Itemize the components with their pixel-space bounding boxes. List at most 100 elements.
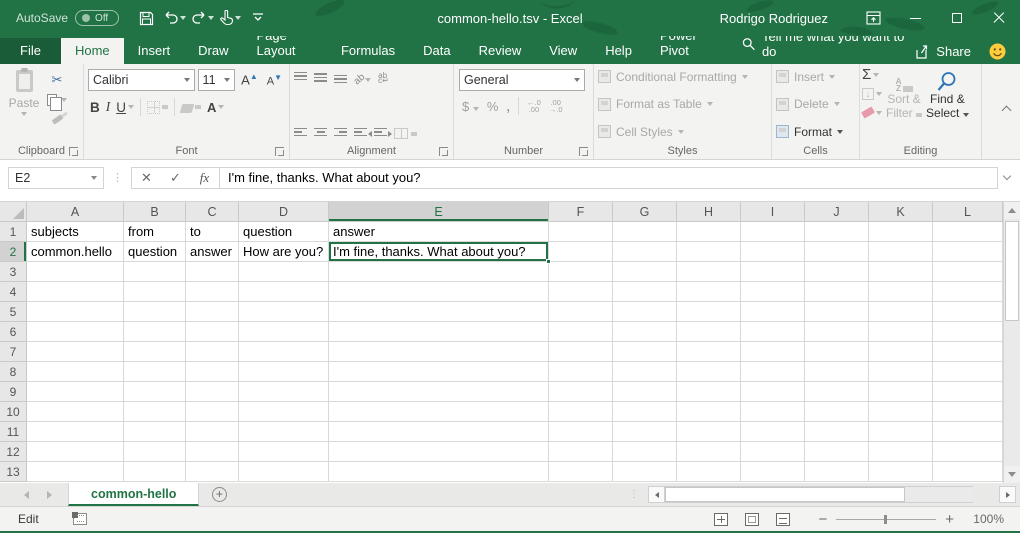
cell-D13[interactable] (239, 462, 329, 482)
zoom-slider-thumb[interactable] (884, 515, 887, 524)
row-header-7[interactable]: 7 (0, 342, 27, 362)
delete-dropdown-icon[interactable] (834, 102, 840, 106)
align-center-button[interactable] (314, 128, 327, 139)
cell-C12[interactable] (186, 442, 239, 462)
ribbon-display-options-button[interactable] (852, 0, 894, 36)
cell-C6[interactable] (186, 322, 239, 342)
cell-K13[interactable] (869, 462, 933, 482)
cell-F1[interactable] (549, 222, 613, 242)
column-header-f[interactable]: F (549, 202, 613, 222)
cell-F12[interactable] (549, 442, 613, 462)
cell-E10[interactable] (329, 402, 549, 422)
macro-record-icon[interactable] (73, 513, 87, 525)
cell-C8[interactable] (186, 362, 239, 382)
cell-styles-dropdown-icon[interactable] (678, 130, 684, 134)
find-select-button[interactable]: Find & Select (926, 66, 969, 138)
tab-file[interactable]: File (0, 38, 61, 64)
scroll-down-icon[interactable] (1004, 466, 1020, 483)
font-name-select[interactable]: Calibri (88, 69, 195, 91)
cell-A3[interactable] (27, 262, 124, 282)
cell-A10[interactable] (27, 402, 124, 422)
cell-H13[interactable] (677, 462, 741, 482)
cell-G4[interactable] (613, 282, 677, 302)
fill-color-dropdown-icon[interactable] (195, 105, 201, 109)
zoom-level[interactable]: 100% (968, 512, 1004, 526)
cell-L2[interactable] (933, 242, 1003, 262)
cell-G11[interactable] (613, 422, 677, 442)
clear-button[interactable] (862, 104, 882, 121)
cell-J3[interactable] (805, 262, 869, 282)
horizontal-scroll-track[interactable] (665, 486, 973, 503)
percent-style-button[interactable]: % (487, 99, 499, 114)
font-color-dropdown-icon[interactable] (218, 105, 224, 109)
cell-D8[interactable] (239, 362, 329, 382)
tab-insert[interactable]: Insert (124, 38, 185, 64)
collapse-ribbon-button[interactable] (982, 64, 1012, 159)
cell-A2[interactable]: common.hello (27, 242, 124, 262)
formula-input[interactable]: I'm fine, thanks. What about you? (219, 167, 998, 189)
zoom-out-button[interactable]: − (818, 511, 827, 528)
column-header-d[interactable]: D (239, 202, 329, 222)
cell-C11[interactable] (186, 422, 239, 442)
cell-L10[interactable] (933, 402, 1003, 422)
decrease-indent-button[interactable] (354, 128, 367, 139)
paste-dropdown-icon[interactable] (21, 112, 27, 116)
accounting-format-button[interactable]: $ (462, 99, 479, 114)
expand-formula-bar-icon[interactable] (998, 176, 1016, 179)
cell-H11[interactable] (677, 422, 741, 442)
cell-A6[interactable] (27, 322, 124, 342)
cell-G7[interactable] (613, 342, 677, 362)
cell-B5[interactable] (124, 302, 186, 322)
cell-I11[interactable] (741, 422, 805, 442)
touch-mode-button[interactable] (217, 5, 243, 31)
copy-button[interactable] (46, 91, 68, 108)
cell-J7[interactable] (805, 342, 869, 362)
cell-E13[interactable] (329, 462, 549, 482)
cut-button[interactable]: ✂ (46, 71, 68, 88)
row-header-2[interactable]: 2 (0, 242, 27, 262)
underline-button[interactable]: U (116, 100, 126, 115)
column-header-i[interactable]: I (741, 202, 805, 222)
cell-K12[interactable] (869, 442, 933, 462)
cancel-button[interactable]: ✕ (132, 168, 161, 188)
cell-H4[interactable] (677, 282, 741, 302)
cell-F4[interactable] (549, 282, 613, 302)
increase-font-size-button[interactable]: A▲ (238, 72, 261, 87)
sheet-tab-common-hello[interactable]: common-hello (68, 483, 199, 506)
format-painter-button[interactable] (46, 111, 68, 128)
cell-H12[interactable] (677, 442, 741, 462)
cell-K10[interactable] (869, 402, 933, 422)
row-header-9[interactable]: 9 (0, 382, 27, 402)
vertical-scrollbar[interactable] (1003, 202, 1020, 483)
cell-I13[interactable] (741, 462, 805, 482)
cell-L9[interactable] (933, 382, 1003, 402)
insert-function-button[interactable]: fx (190, 168, 219, 188)
row-header-13[interactable]: 13 (0, 462, 27, 482)
row-header-10[interactable]: 10 (0, 402, 27, 422)
column-header-k[interactable]: K (869, 202, 933, 222)
underline-dropdown-icon[interactable] (128, 105, 134, 109)
cell-E6[interactable] (329, 322, 549, 342)
tab-formulas[interactable]: Formulas (327, 38, 409, 64)
row-header-3[interactable]: 3 (0, 262, 27, 282)
cell-J12[interactable] (805, 442, 869, 462)
cell-G12[interactable] (613, 442, 677, 462)
zoom-slider[interactable] (836, 519, 936, 520)
cell-J10[interactable] (805, 402, 869, 422)
cell-H10[interactable] (677, 402, 741, 422)
cell-F5[interactable] (549, 302, 613, 322)
cell-B9[interactable] (124, 382, 186, 402)
cell-C5[interactable] (186, 302, 239, 322)
cell-L1[interactable] (933, 222, 1003, 242)
redo-button[interactable] (189, 5, 215, 31)
cell-J13[interactable] (805, 462, 869, 482)
save-button[interactable] (133, 5, 159, 31)
cell-E9[interactable] (329, 382, 549, 402)
cell-E8[interactable] (329, 362, 549, 382)
cell-A5[interactable] (27, 302, 124, 322)
cell-I5[interactable] (741, 302, 805, 322)
cell-F8[interactable] (549, 362, 613, 382)
cell-I9[interactable] (741, 382, 805, 402)
close-button[interactable] (978, 0, 1020, 36)
insert-cells-button[interactable]: Insert (776, 66, 855, 87)
